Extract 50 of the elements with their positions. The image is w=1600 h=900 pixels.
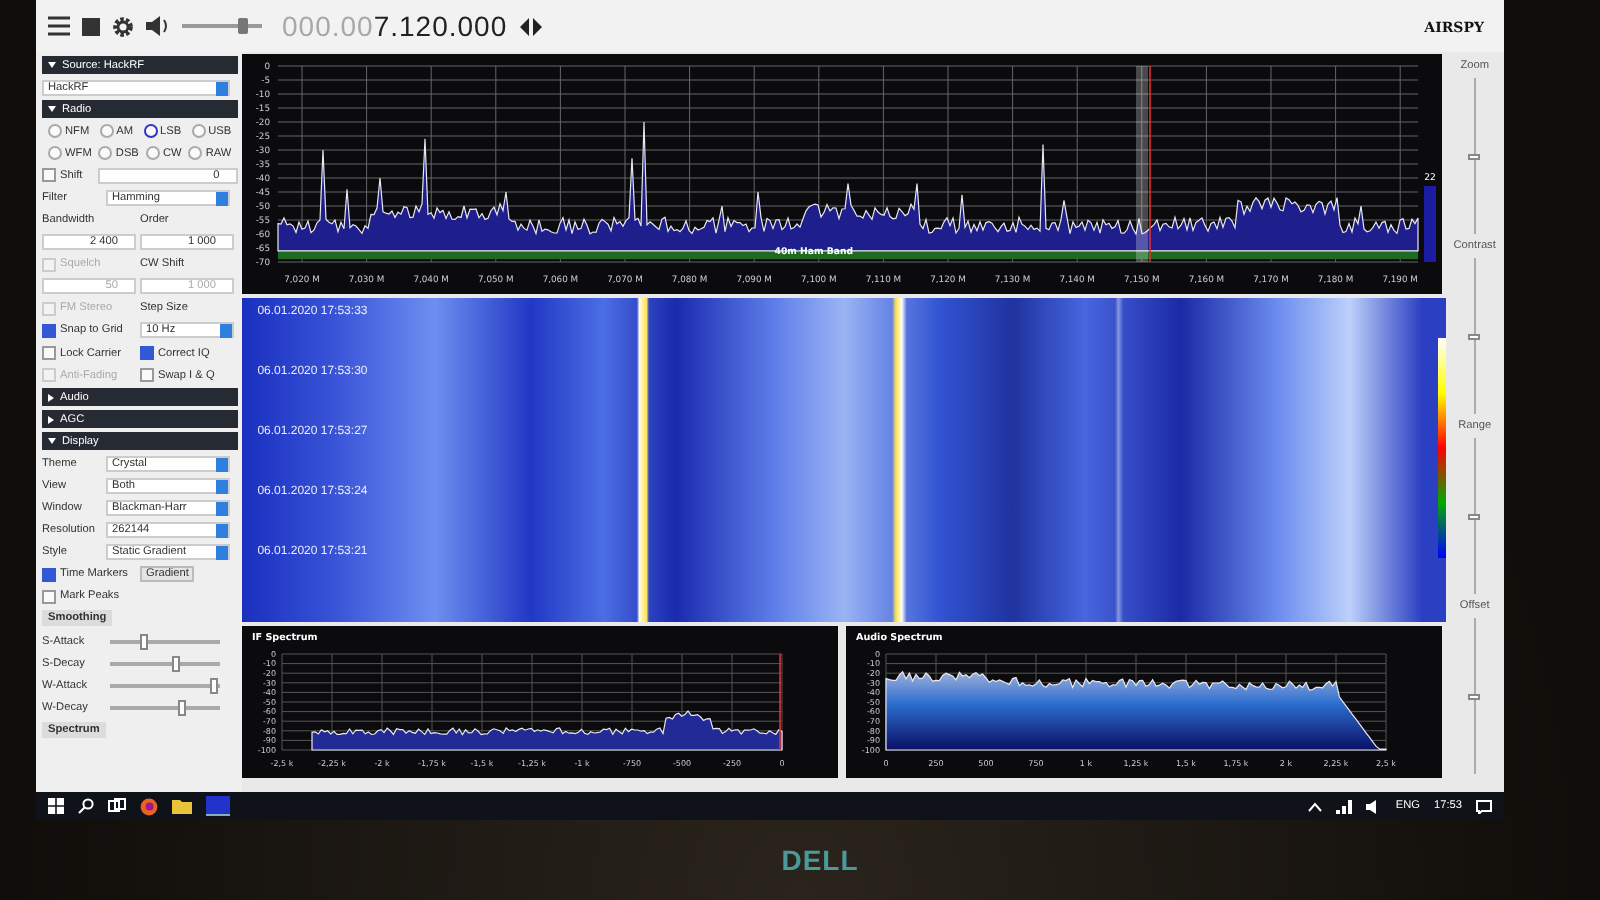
checkbox[interactable] xyxy=(42,567,56,582)
radio-button[interactable] xyxy=(48,146,62,161)
slider-track[interactable] xyxy=(110,683,220,688)
slider-thumb[interactable] xyxy=(139,633,147,650)
bezel-logo: DELL xyxy=(781,844,859,876)
caret-icon xyxy=(220,324,232,339)
tuning-marker xyxy=(778,653,781,751)
slider-thumb[interactable] xyxy=(238,18,248,34)
speaker-icon[interactable] xyxy=(1365,799,1382,813)
folder-icon[interactable] xyxy=(172,798,192,814)
checkbox[interactable] xyxy=(42,346,56,361)
network-icon[interactable] xyxy=(1335,799,1352,813)
radio-button[interactable] xyxy=(188,146,203,161)
slider-track[interactable] xyxy=(110,639,220,644)
search-icon[interactable] xyxy=(78,798,94,814)
browser-icon[interactable] xyxy=(140,797,158,815)
slider-thumb[interactable] xyxy=(1468,333,1481,339)
speaker-icon[interactable] xyxy=(146,16,170,36)
radio-button[interactable] xyxy=(99,124,114,139)
caret-icon xyxy=(216,81,228,96)
slider-thumb[interactable] xyxy=(1468,153,1481,159)
checkbox[interactable] xyxy=(42,589,56,604)
radio-button[interactable] xyxy=(143,124,158,139)
radio-button[interactable] xyxy=(98,146,113,161)
radio-button[interactable] xyxy=(145,146,160,161)
windows-start-icon[interactable] xyxy=(48,798,64,814)
slider-thumb[interactable] xyxy=(177,699,186,716)
checkbox[interactable] xyxy=(140,346,154,361)
radio-button[interactable] xyxy=(48,124,62,139)
radio-button[interactable] xyxy=(191,124,206,139)
checkbox[interactable] xyxy=(140,368,154,383)
stop-icon[interactable] xyxy=(82,17,100,35)
slider-thumb[interactable] xyxy=(1468,513,1481,519)
slider-track[interactable] xyxy=(110,661,220,666)
task-view-icon[interactable] xyxy=(108,798,126,814)
tuning-marker[interactable] xyxy=(1148,65,1151,263)
caret-icon xyxy=(216,191,228,206)
notification-icon[interactable] xyxy=(1476,799,1492,813)
frequency-display[interactable]: 000.007.120.000 xyxy=(282,10,508,42)
chevron-up-icon[interactable] xyxy=(1307,801,1322,811)
slider-thumb[interactable] xyxy=(172,655,180,672)
slider-thumb[interactable] xyxy=(210,677,219,694)
slider-thumb[interactable] xyxy=(1468,693,1481,699)
checkbox[interactable] xyxy=(42,168,56,183)
app-window-icon[interactable] xyxy=(206,796,230,816)
gear-icon[interactable] xyxy=(112,15,134,37)
tuning-arrows-icon[interactable] xyxy=(519,17,542,35)
menu-icon[interactable] xyxy=(48,16,70,36)
checkbox[interactable] xyxy=(42,323,56,338)
slider-track[interactable] xyxy=(110,705,220,710)
